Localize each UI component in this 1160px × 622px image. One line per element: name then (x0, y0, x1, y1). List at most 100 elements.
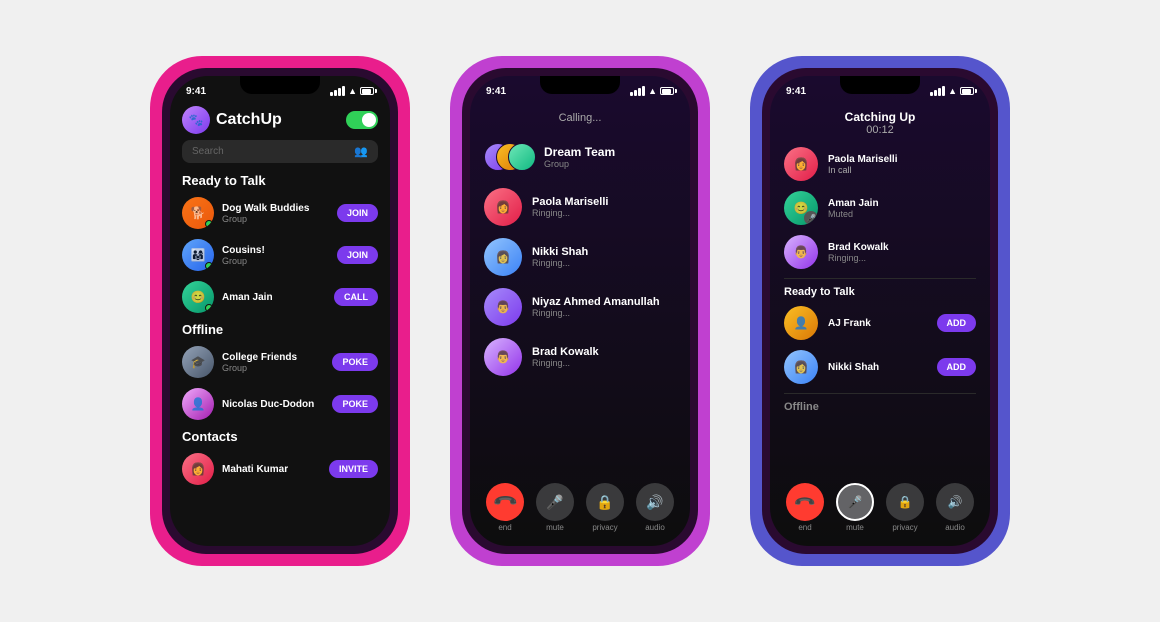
mute-button-3[interactable]: 🎤 (836, 483, 874, 521)
avatar-dog-walk: 🐕 (182, 197, 214, 229)
contact-info-dog-walk: Dog Walk Buddies Group (222, 203, 329, 224)
wifi-icon-2: ▲ (648, 86, 657, 96)
poke-button-college[interactable]: POKE (332, 353, 378, 371)
contact-info-cousins: Cousins! Group (222, 245, 329, 266)
end-call-button[interactable]: 📞 (486, 483, 524, 521)
caller-name: Paola Mariselli (532, 196, 608, 208)
bar2 (634, 90, 637, 96)
online-dot (205, 304, 213, 312)
time-2: 9:41 (486, 86, 506, 97)
privacy-label-3: privacy (892, 523, 917, 532)
contact-info-college: College Friends Group (222, 352, 324, 373)
phone-2-screen: 9:41 ▲ Calling... (470, 76, 690, 546)
catching-up-timer: 00:12 (782, 124, 978, 136)
in-call-name: Brad Kowalk (828, 242, 889, 253)
mute-label-3: mute (846, 523, 864, 532)
list-item: 🐕 Dog Walk Buddies Group JOIN (170, 192, 390, 234)
dream-team-row: Dream Team Group (470, 132, 690, 182)
notch-1 (240, 76, 320, 94)
speaker-icon: 🔊 (646, 494, 663, 511)
dream-team-sub: Group (544, 159, 615, 169)
join-button-cousins[interactable]: JOIN (337, 246, 378, 264)
status-icons-1: ▲ (330, 86, 374, 96)
contacts-icon: 👥 (354, 145, 368, 158)
signal-bars-1 (330, 86, 345, 96)
list-item: 👤 Nicolas Duc-Dodon POKE (170, 383, 390, 425)
bar4 (642, 86, 645, 96)
add-button-nikki[interactable]: ADD (937, 358, 977, 376)
signal-bars-2 (630, 86, 645, 96)
dream-team-avatars (484, 138, 534, 176)
battery-icon-3 (960, 87, 974, 95)
dream-team-name: Dream Team (544, 145, 615, 159)
privacy-button-3[interactable]: 🔒 (886, 483, 924, 521)
catchup-title: CatchUp (216, 111, 282, 129)
audio-label-3: audio (945, 523, 965, 532)
avatar-niyaz-calling: 👨 (484, 288, 522, 326)
audio-button-3[interactable]: 🔊 (936, 483, 974, 521)
catchup-header: 🐾 CatchUp (170, 102, 390, 140)
in-call-name: Aman Jain (828, 198, 879, 209)
end-call-button-3[interactable]: 📞 (786, 483, 824, 521)
divider (784, 278, 976, 279)
mute-button[interactable]: 🎤 (536, 483, 574, 521)
list-item: 😊 🎤 Aman Jain Muted (770, 186, 990, 230)
invite-button-mahati[interactable]: INVITE (329, 460, 378, 478)
join-button-dog-walk[interactable]: JOIN (337, 204, 378, 222)
phone-2-inner: 9:41 ▲ Calling... (462, 68, 698, 554)
privacy-wrap-3: 🔒 privacy (886, 483, 924, 532)
avatar-paola-incall: 👩 (784, 147, 818, 181)
bar3 (638, 88, 641, 96)
contact-info-aman: Aman Jain (222, 292, 326, 303)
caller-status: Ringing... (532, 258, 588, 268)
end-wrap: 📞 end (486, 483, 524, 532)
section-ready-to-talk-3: Ready to Talk (770, 283, 990, 301)
in-call-status: Ringing... (828, 253, 889, 263)
contact-info-nicolas: Nicolas Duc-Dodon (222, 399, 324, 410)
add-button-aj[interactable]: ADD (937, 314, 977, 332)
phone-3-inner: 9:41 ▲ Catching Up 00:12 (762, 68, 998, 554)
list-item: 🎓 College Friends Group POKE (170, 341, 390, 383)
dream-team-info: Dream Team Group (544, 145, 615, 169)
calling-label: Calling... (482, 112, 678, 124)
bar1 (630, 92, 633, 96)
catchup-logo-area: 🐾 CatchUp (182, 106, 282, 134)
privacy-button[interactable]: 🔒 (586, 483, 624, 521)
section-ready-to-talk: Ready to Talk (170, 169, 390, 192)
wifi-icon-1: ▲ (348, 86, 357, 96)
caller-status: Ringing... (532, 208, 608, 218)
status-icons-3: ▲ (930, 86, 974, 96)
list-item: 👩 Mahati Kumar INVITE (170, 448, 390, 490)
phone-1-screen: 9:41 ▲ 🐾 (170, 76, 390, 546)
call-controls-2: 📞 end 🎤 mute 🔒 privacy (470, 473, 690, 546)
app-toggle[interactable] (346, 111, 378, 129)
contact-sub: Group (222, 256, 329, 266)
bar4 (342, 86, 345, 96)
muted-icon: 🎤 (804, 211, 818, 225)
call-button-aman[interactable]: CALL (334, 288, 378, 306)
avatar-nicolas: 👤 (182, 388, 214, 420)
battery-icon-1 (360, 87, 374, 95)
in-call-status: In call (828, 165, 897, 175)
mute-wrap-3: 🎤 mute (836, 483, 874, 532)
caller-name: Brad Kowalk (532, 346, 599, 358)
audio-button[interactable]: 🔊 (636, 483, 674, 521)
calling-info-nikki: Nikki Shah Ringing... (532, 246, 588, 268)
poke-button-nicolas[interactable]: POKE (332, 395, 378, 413)
phone-end-icon-3: 📞 (793, 490, 817, 514)
section-offline-3: Offline (770, 398, 990, 416)
wifi-icon-3: ▲ (948, 86, 957, 96)
list-item: 👤 AJ Frank ADD (770, 301, 990, 345)
list-item: 👨 Niyaz Ahmed Amanullah Ringing... (470, 282, 690, 332)
search-bar[interactable]: Search 👥 (182, 140, 378, 163)
avatar-mahati: 👩 (182, 453, 214, 485)
notch-2 (540, 76, 620, 94)
battery-icon-2 (660, 87, 674, 95)
speaker-icon-3: 🔊 (948, 495, 963, 509)
list-item: 👩 Paola Mariselli Ringing... (470, 182, 690, 232)
list-item: 👩 Paola Mariselli In call (770, 142, 990, 186)
bar3 (338, 88, 341, 96)
mute-label: mute (546, 523, 564, 532)
avatar-nikki-ready: 👩 (784, 350, 818, 384)
avatar-cousins: 👨‍👩‍👧 (182, 239, 214, 271)
